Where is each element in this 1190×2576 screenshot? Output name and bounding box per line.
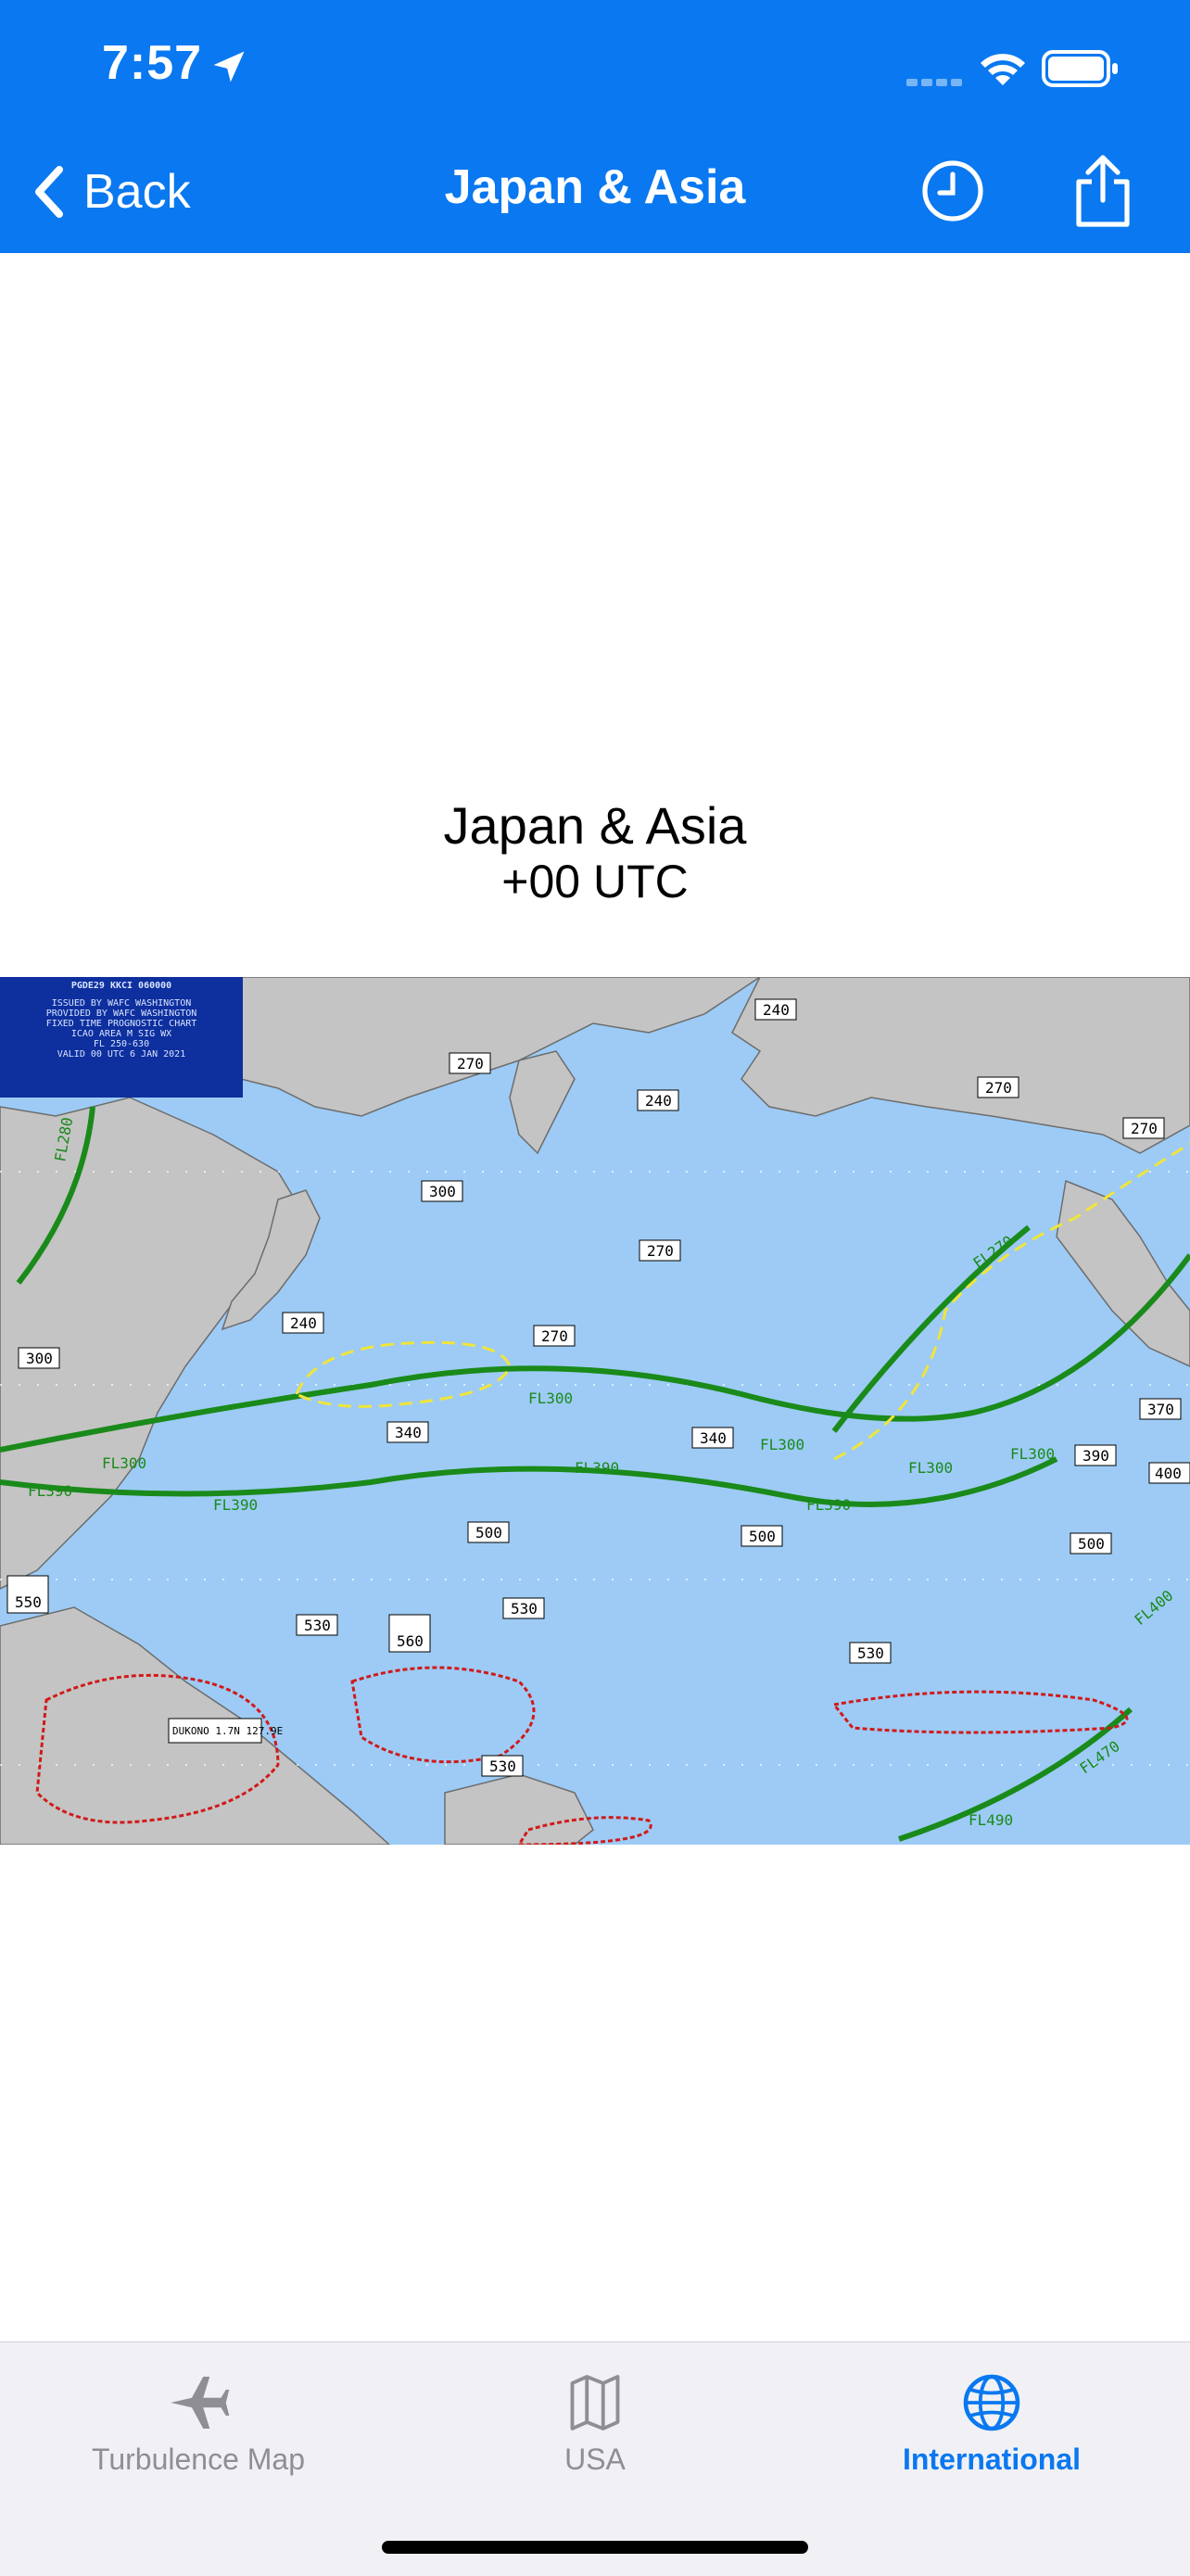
clock-history-icon[interactable] [919,158,986,224]
svg-text:270: 270 [647,1242,674,1260]
tab-usa[interactable]: USA [397,2342,793,2500]
box-label: 270 [639,1239,681,1262]
box-label: 530 [481,1755,524,1777]
box-label: 270 [1122,1117,1165,1139]
svg-text:300: 300 [429,1183,456,1200]
box-label: 530 [849,1642,892,1664]
box-label: 270 [533,1325,576,1347]
tab-label: Turbulence Map [91,2443,306,2476]
box-label: 340 [691,1427,734,1449]
fl-label: FL390 [575,1459,619,1477]
cellular-signal-icon [906,74,966,91]
chart-info-line: FL 250-630 [93,1039,150,1049]
svg-text:500: 500 [749,1528,776,1545]
box-label: 530 [296,1614,338,1636]
fl-label: FL490 [968,1811,1013,1829]
svg-text:400: 400 [1155,1465,1182,1482]
box-label: 560 [388,1614,431,1653]
wifi-icon [981,54,1025,85]
box-label: 240 [754,998,797,1021]
chart-info-line: VALID 00 UTC 6 JAN 2021 [57,1049,186,1060]
chart-info-line: PROVIDED BY WAFC WASHINGTON [45,1009,197,1019]
svg-text:530: 530 [489,1758,516,1775]
svg-text:530: 530 [304,1617,331,1634]
box-label: 340 [386,1421,429,1443]
globe-icon [963,2374,1020,2431]
svg-text:DUKONO 1.7N 127.9E: DUKONO 1.7N 127.9E [172,1725,283,1737]
box-label: 500 [467,1521,510,1543]
sigwx-map: FL280 FL300 FL390 FL390 FL300 FL390 FL30… [0,976,1190,1846]
svg-text:270: 270 [457,1055,484,1072]
svg-text:340: 340 [395,1424,422,1441]
tab-bar: Turbulence Map USA International [0,2341,1190,2576]
location-arrow-icon [213,51,245,82]
box-label: 500 [741,1525,783,1547]
box-label: 400 [1148,1462,1190,1484]
chart-info-box: PGDE29 KKCI 060000 ISSUED BY WAFC WASHIN… [0,977,243,1098]
sigwx-chart-image[interactable]: FL280 FL300 FL390 FL390 FL300 FL390 FL30… [0,976,1190,1846]
fl-label: FL390 [213,1496,258,1514]
svg-text:240: 240 [763,1001,790,1019]
tab-international[interactable]: International [793,2342,1190,2500]
status-time: 7:57 [102,36,203,90]
chart-title: Japan & Asia [443,796,747,855]
fl-label: FL300 [528,1390,573,1407]
airplane-icon [171,2377,230,2429]
svg-text:550: 550 [15,1593,42,1611]
box-label: 500 [1070,1532,1112,1554]
svg-text:530: 530 [857,1644,884,1662]
box-label: 240 [282,1312,324,1334]
fl-label: FL390 [806,1496,851,1514]
chart-info-line: ISSUED BY WAFC WASHINGTON [51,998,192,1009]
box-label: 550 [6,1575,49,1614]
box-label: 370 [1139,1398,1182,1420]
map-icon [570,2375,620,2430]
svg-text:270: 270 [985,1079,1012,1097]
chart-info-header: PGDE29 KKCI 060000 [70,981,172,991]
tab-turbulence-map[interactable]: Turbulence Map [0,2342,397,2500]
box-label: 300 [421,1180,463,1202]
box-label: 270 [977,1076,1019,1098]
chart-info-line: ICAO AREA M SIG WX [70,1029,172,1039]
fl-label: FL300 [908,1459,953,1477]
share-icon[interactable] [1071,152,1134,230]
box-label: 240 [637,1089,679,1111]
box-label: 300 [18,1347,60,1369]
chart-info-line: FIXED TIME PROGNOSTIC CHART [45,1019,197,1029]
svg-text:500: 500 [475,1524,502,1542]
chart-subtitle: +00 UTC [501,856,689,907]
box-label: 270 [449,1052,491,1074]
svg-text:340: 340 [700,1429,727,1447]
tab-label: International [902,2443,1081,2476]
home-indicator [382,2541,808,2554]
page-title: Japan & Asia [444,160,746,214]
fl-label: FL300 [1010,1445,1055,1463]
svg-text:500: 500 [1078,1535,1105,1553]
svg-text:300: 300 [26,1350,53,1367]
battery-icon [1042,50,1118,87]
box-label: 390 [1074,1444,1117,1466]
svg-text:240: 240 [290,1314,317,1332]
tab-label: USA [564,2443,626,2476]
fl-label: FL300 [760,1436,804,1453]
svg-text:270: 270 [541,1327,568,1345]
fl-label: FL390 [28,1482,72,1500]
svg-text:390: 390 [1082,1447,1109,1465]
svg-text:370: 370 [1147,1401,1174,1418]
svg-text:240: 240 [645,1092,672,1110]
fl-label: FL300 [102,1454,146,1472]
svg-text:530: 530 [511,1600,538,1618]
svg-text:560: 560 [397,1632,424,1650]
navigation-header: 7:57 Back Japan & Asia [0,0,1190,253]
svg-text:270: 270 [1131,1120,1158,1137]
box-label: 530 [502,1597,545,1619]
